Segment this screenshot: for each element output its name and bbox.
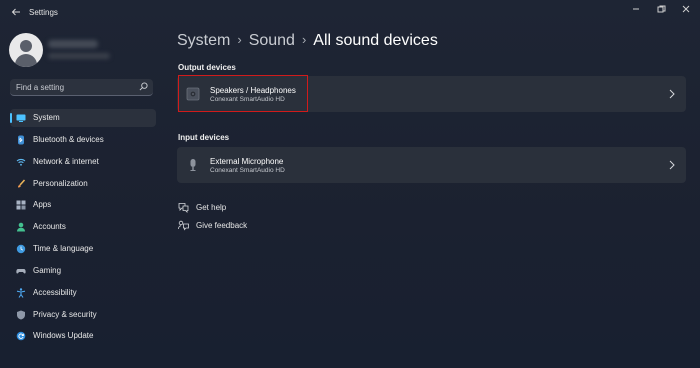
avatar-head-shape [20,40,32,52]
system-icon [16,114,26,122]
maximize-button[interactable] [653,4,669,16]
sidebar-item-apps[interactable]: Apps [10,196,156,214]
sidebar-item-accounts[interactable]: Accounts [10,218,156,236]
gamepad-icon [16,268,26,274]
apps-icon [16,200,26,210]
sidebar-item-bluetooth[interactable]: Bluetooth & devices [10,131,156,149]
breadcrumb-system[interactable]: System [177,32,230,49]
avatar[interactable] [9,33,43,67]
shield-icon [17,310,25,320]
sidebar-item-label: Accessibility [33,287,77,297]
app-title: Settings [29,8,58,17]
minimize-button[interactable] [628,4,644,16]
search-box [10,79,153,96]
globe-clock-icon [16,244,26,254]
sidebar-item-label: Apps [33,200,52,210]
sidebar-item-label: Personalization [33,178,88,188]
sidebar-item-personalization[interactable]: Personalization [10,175,156,193]
settings-window: Settings System Bluetooth & devices [0,0,700,368]
back-button[interactable] [9,6,23,20]
update-icon [16,332,26,341]
selected-indicator [10,113,12,123]
close-button[interactable] [678,4,694,16]
sidebar-item-label: System [33,113,60,122]
page-title: All sound devices [313,32,438,49]
device-subtitle: Conexant SmartAudio HD [210,167,285,174]
blurred-user-email [48,53,110,59]
sidebar-item-label: Network & internet [33,156,99,166]
highlight-box [178,75,308,112]
sidebar-item-label: Gaming [33,265,62,275]
sidebar-item-gaming[interactable]: Gaming [10,262,156,280]
give-feedback-label: Give feedback [196,221,248,230]
chevron-right-icon [669,160,675,170]
sidebar-item-accessibility[interactable]: Accessibility [10,284,156,302]
brush-icon [18,178,26,188]
chevron-right-icon [669,89,675,99]
sidebar-item-label: Windows Update [33,331,94,341]
restore-icon [657,5,666,13]
sidebar-item-privacy[interactable]: Privacy & security [10,306,156,324]
sidebar-item-label: Privacy & security [33,309,97,319]
sidebar-item-time-language[interactable]: Time & language [10,240,156,258]
sidebar-item-label: Time & language [33,244,94,254]
get-help-label: Get help [196,203,227,212]
accessibility-icon [16,288,26,298]
search-input[interactable] [16,81,134,93]
output-devices-heading: Output devices [178,63,236,72]
microphone-icon [190,159,196,171]
sidebar-item-system[interactable]: System [10,109,156,127]
sidebar-item-network[interactable]: Network & internet [10,153,156,171]
sidebar-nav: System Bluetooth & devices Network & int… [10,109,156,349]
breadcrumb-separator: › [301,32,307,47]
input-device-card[interactable]: External Microphone Conexant SmartAudio … [177,147,686,183]
title-bar: Settings [0,0,700,28]
search-icon[interactable] [139,82,148,91]
help-icon [178,203,189,213]
accounts-icon [17,222,25,232]
avatar-body-shape [15,54,37,67]
breadcrumb-sound[interactable]: Sound [249,32,295,49]
minimize-icon [633,8,639,10]
sidebar-item-windows-update[interactable]: Windows Update [10,327,156,345]
feedback-icon [178,220,189,231]
breadcrumb: System › Sound › All sound devices [177,32,438,50]
device-name: External Microphone [210,157,284,166]
back-arrow-icon [11,8,20,16]
blurred-user-name [48,40,98,48]
breadcrumb-separator: › [237,32,242,47]
input-devices-heading: Input devices [178,133,230,142]
sidebar-item-label: Bluetooth & devices [33,134,104,144]
sidebar-item-label: Accounts [33,222,66,232]
wifi-icon [16,158,26,166]
bluetooth-icon [18,135,24,145]
close-icon [682,5,690,13]
